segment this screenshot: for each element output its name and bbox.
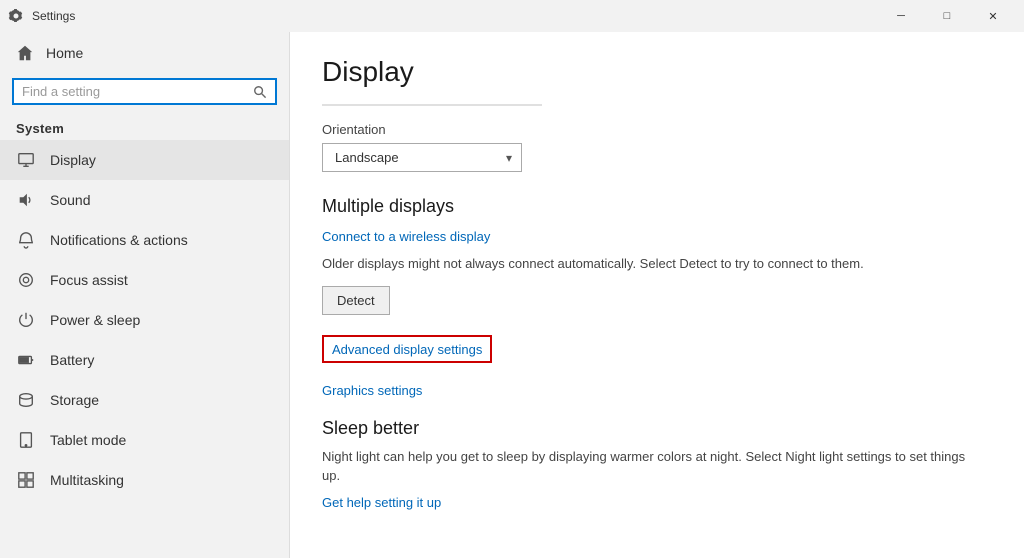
advanced-display-link[interactable]: Advanced display settings — [332, 342, 482, 357]
close-button[interactable]: ✕ — [970, 0, 1016, 32]
home-icon — [16, 44, 34, 62]
detect-button[interactable]: Detect — [322, 286, 390, 315]
maximize-button[interactable]: □ — [924, 0, 970, 32]
orientation-select[interactable]: Landscape Portrait Landscape (flipped) P… — [322, 143, 522, 172]
sidebar-section-label: System — [0, 113, 289, 140]
battery-icon — [16, 350, 36, 370]
sidebar-label-notifications: Notifications & actions — [50, 232, 188, 248]
app-title: Settings — [32, 9, 75, 23]
sidebar-label-sound: Sound — [50, 192, 90, 208]
sidebar-item-sound[interactable]: Sound — [0, 180, 289, 220]
sidebar: Home System Display Sound — [0, 32, 290, 558]
window-controls: ─ □ ✕ — [878, 0, 1016, 32]
notifications-icon — [16, 230, 36, 250]
sidebar-label-battery: Battery — [50, 352, 94, 368]
sidebar-item-display[interactable]: Display — [0, 140, 289, 180]
sidebar-item-tablet[interactable]: Tablet mode — [0, 420, 289, 460]
search-box[interactable] — [12, 78, 277, 105]
display-icon — [16, 150, 36, 170]
sidebar-label-storage: Storage — [50, 392, 99, 408]
orientation-select-wrapper[interactable]: Landscape Portrait Landscape (flipped) P… — [322, 143, 522, 172]
advanced-display-link-box: Advanced display settings — [322, 335, 492, 363]
sleep-heading: Sleep better — [322, 418, 992, 439]
sidebar-item-notifications[interactable]: Notifications & actions — [0, 220, 289, 260]
settings-icon — [8, 8, 24, 24]
multiple-displays-desc: Older displays might not always connect … — [322, 254, 982, 274]
home-label: Home — [46, 45, 83, 61]
focus-icon — [16, 270, 36, 290]
multiple-displays-heading: Multiple displays — [322, 196, 992, 217]
page-title: Display — [322, 56, 992, 88]
main-content: Display Orientation Landscape Portrait L… — [290, 32, 1024, 558]
connect-wireless-link[interactable]: Connect to a wireless display — [322, 229, 992, 244]
search-input[interactable] — [22, 84, 247, 99]
graphics-settings-link[interactable]: Graphics settings — [322, 383, 992, 398]
sidebar-label-tablet: Tablet mode — [50, 432, 126, 448]
minimize-button[interactable]: ─ — [878, 0, 924, 32]
tablet-icon — [16, 430, 36, 450]
get-help-link[interactable]: Get help setting it up — [322, 495, 441, 510]
sound-icon — [16, 190, 36, 210]
sidebar-item-focus[interactable]: Focus assist — [0, 260, 289, 300]
sidebar-label-focus: Focus assist — [50, 272, 128, 288]
sidebar-label-power: Power & sleep — [50, 312, 140, 328]
sleep-desc: Night light can help you get to sleep by… — [322, 447, 982, 486]
sidebar-item-power[interactable]: Power & sleep — [0, 300, 289, 340]
sidebar-label-display: Display — [50, 152, 96, 168]
sidebar-item-multitasking[interactable]: Multitasking — [0, 460, 289, 500]
search-icon — [253, 85, 267, 99]
storage-icon — [16, 390, 36, 410]
power-icon — [16, 310, 36, 330]
sidebar-label-multitasking: Multitasking — [50, 472, 124, 488]
sidebar-item-home[interactable]: Home — [0, 32, 289, 74]
section-divider — [322, 104, 542, 106]
orientation-label: Orientation — [322, 122, 992, 137]
sidebar-item-storage[interactable]: Storage — [0, 380, 289, 420]
multitasking-icon — [16, 470, 36, 490]
sidebar-item-battery[interactable]: Battery — [0, 340, 289, 380]
